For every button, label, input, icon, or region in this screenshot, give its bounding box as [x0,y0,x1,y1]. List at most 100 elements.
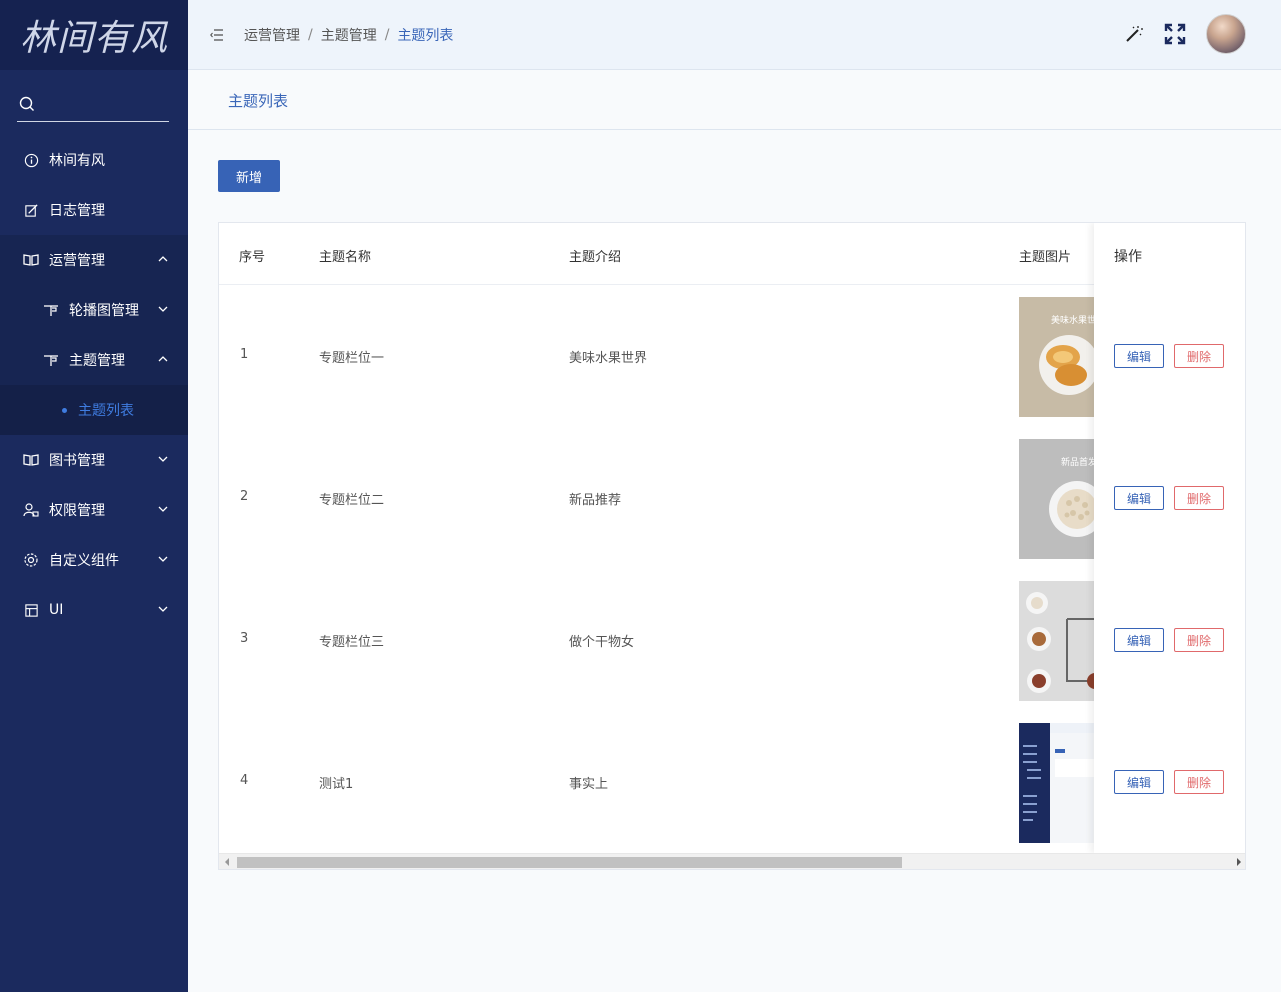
edit-button[interactable]: 编辑 [1114,344,1164,368]
horizontal-scrollbar[interactable] [219,853,1245,869]
scrollbar-thumb[interactable] [237,857,902,868]
operations-column: 操作 编辑 删除 编辑 删除 编辑 删除 编辑 删除 [1094,223,1245,853]
sidebar-item-label: 主题管理 [69,353,125,369]
fullscreen-icon[interactable] [1164,23,1186,45]
magic-wand-icon[interactable] [1124,24,1144,44]
cell-index: 4 [240,773,249,788]
sidebar-item-label: 运营管理 [49,253,105,269]
breadcrumb-item[interactable]: 主题管理 [321,25,377,45]
sidebar-item-label: 轮播图管理 [69,303,139,319]
image-caption: 美味水果世 [1051,316,1095,326]
page-title: 主题列表 [228,92,289,110]
menu-toggle-icon[interactable] [210,28,224,41]
search-icon [19,96,34,111]
user-lock-icon [23,502,39,518]
sidebar-item-label: 自定义组件 [49,553,119,569]
sidebar-menu: 林间有风 日志管理 运营管理 轮播图管理 主题管理 主题列表 图书管理 权限管理… [0,135,188,635]
cell-intro: 美味水果世界 [569,351,648,366]
fruit-plate-image[interactable]: 美味水果世 [1019,297,1095,417]
edit-button[interactable]: 编辑 [1114,486,1164,510]
breadcrumb-current: 主题列表 [397,27,454,44]
sidebar-item-label: 主题列表 [78,403,134,419]
header-actions [1124,14,1246,54]
sidebar-search[interactable] [17,88,169,122]
column-header-intro: 主题介绍 [569,250,622,265]
info-icon [23,152,39,168]
chevron-down-icon [158,606,168,612]
cell-name: 专题栏位三 [319,635,385,650]
sidebar-item-label: UI [49,602,64,618]
sidebar-item-label: 权限管理 [49,503,105,519]
book-icon [23,452,39,468]
chevron-down-icon [158,456,168,462]
column-header-image: 主题图片 [1019,250,1072,265]
chevron-down-icon [158,506,168,512]
edit-button[interactable]: 编辑 [1114,770,1164,794]
delete-button[interactable]: 删除 [1174,344,1224,368]
chevron-up-icon [158,256,168,262]
breadcrumb-separator: / [308,26,313,43]
cell-index: 3 [240,631,249,646]
avatar[interactable] [1206,14,1246,54]
cell-intro: 事实上 [569,777,609,792]
edit-icon [23,202,39,218]
table-header: 序号 主题名称 主题介绍 主题图片 [219,223,1245,285]
cell-name: 测试1 [319,777,354,792]
breadcrumb-separator: / [384,26,390,43]
chevron-down-icon [158,556,168,562]
scroll-right-icon[interactable] [1237,858,1241,866]
sidebar-item-custom-components[interactable]: 自定义组件 [0,535,188,585]
cell-index: 1 [240,347,249,362]
active-dot-icon [62,407,67,413]
breadcrumb: 运营管理 / 主题管理 / 主题列表 [244,25,453,45]
sidebar-item-theme-list[interactable]: 主题列表 [0,385,188,435]
delete-button[interactable]: 删除 [1174,486,1224,510]
sidebar-item-label: 日志管理 [49,203,105,219]
column-header-name: 主题名称 [319,250,372,265]
delete-button[interactable]: 删除 [1174,770,1224,794]
logo[interactable]: 林间有风 [0,0,188,70]
column-header-index: 序号 [239,250,266,265]
cell-name: 专题栏位二 [319,493,385,508]
theme-table: 序号 主题名称 主题介绍 主题图片 1 专题栏位一 美味水果世界 美味水果世 2… [218,222,1246,870]
chevron-up-icon [158,356,168,362]
scroll-left-icon[interactable] [225,858,229,866]
delete-button[interactable]: 删除 [1174,628,1224,652]
book-icon [23,252,39,268]
flag-icon [43,352,59,368]
image-caption: 新品首发 [1061,458,1095,468]
flag-icon [43,302,59,318]
sidebar-item-label: 图书管理 [49,453,105,469]
sidebar-item-logs[interactable]: 日志管理 [0,185,188,235]
grain-plate-image[interactable]: 新品首发 [1019,439,1095,559]
table-row: 1 专题栏位一 美味水果世界 美味水果世 [219,285,1245,427]
page-title-bar: 主题列表 [188,70,1281,130]
layout-icon [23,602,39,618]
logo-text: 林间有风 [19,18,168,59]
top-header: 运营管理 / 主题管理 / 主题列表 [188,0,1281,70]
sidebar-item-permissions[interactable]: 权限管理 [0,485,188,535]
cell-name: 专题栏位一 [319,351,385,366]
cell-index: 2 [240,489,249,504]
table-row: 3 专题栏位三 做个干物女 [219,569,1245,711]
sidebar-group-themes: 主题列表 [0,385,188,435]
breadcrumb-item[interactable]: 运营管理 [244,25,300,45]
cell-intro: 新品推荐 [569,493,622,508]
sidebar-item-label: 林间有风 [49,153,105,169]
sidebar-item-linjian[interactable]: 林间有风 [0,135,188,185]
add-button[interactable]: 新增 [218,160,280,192]
gear-icon [23,552,39,568]
cell-intro: 做个干物女 [569,635,635,650]
chevron-down-icon [158,306,168,312]
table-row: 2 专题栏位二 新品推荐 新品首发 [219,427,1245,569]
sidebar-item-ui[interactable]: UI [0,585,188,635]
column-header-actions: 操作 [1114,249,1142,265]
dried-goods-image[interactable] [1019,581,1095,701]
edit-button[interactable]: 编辑 [1114,628,1164,652]
sidebar-group-operations: 运营管理 轮播图管理 主题管理 主题列表 [0,235,188,435]
sidebar-item-themes[interactable]: 主题管理 [0,335,188,385]
screenshot-image[interactable] [1019,723,1095,843]
sidebar-item-operations[interactable]: 运营管理 [0,235,188,285]
sidebar-item-books[interactable]: 图书管理 [0,435,188,485]
sidebar-item-carousel[interactable]: 轮播图管理 [0,285,188,335]
